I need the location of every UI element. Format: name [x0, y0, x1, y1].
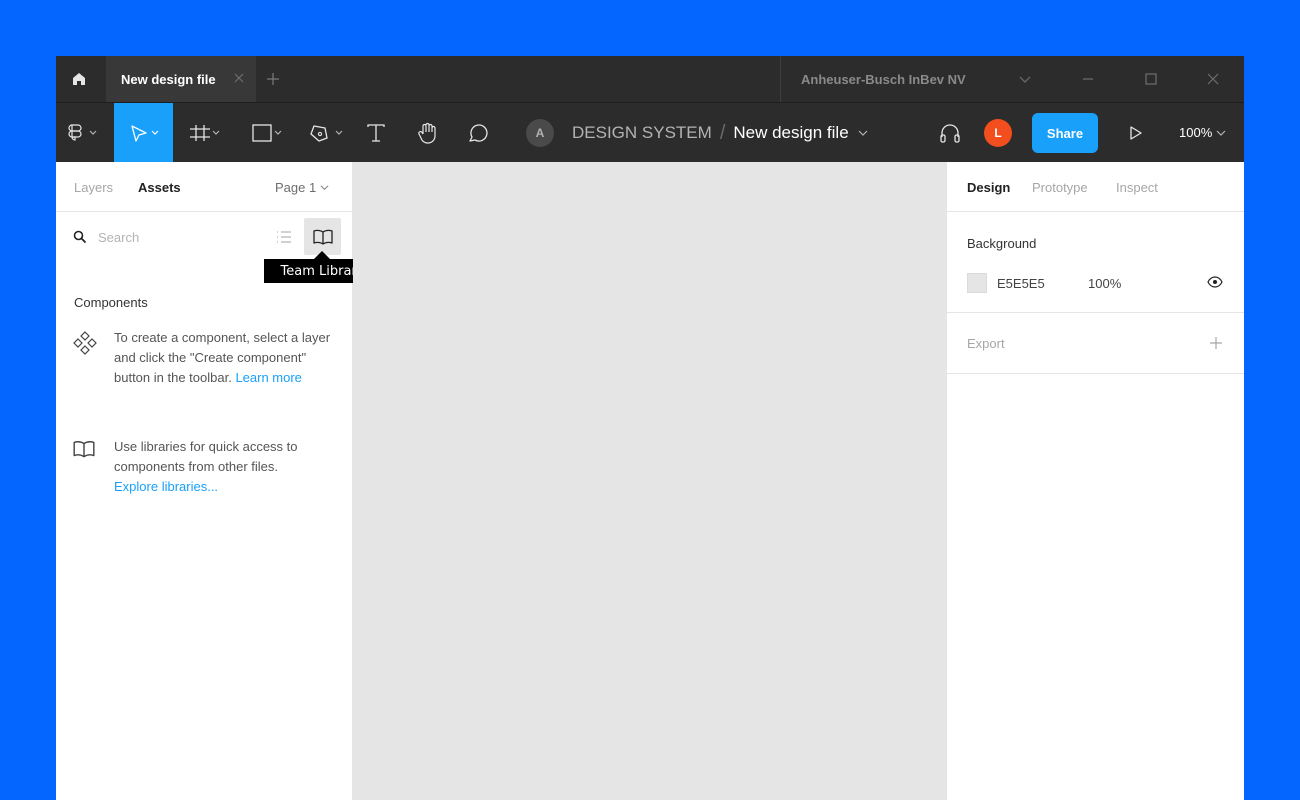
plus-icon[interactable]: [264, 70, 282, 88]
move-tool[interactable]: [114, 103, 173, 163]
tab-assets[interactable]: Assets: [138, 180, 181, 195]
background-color-swatch[interactable]: [967, 273, 987, 293]
tab-design[interactable]: Design: [967, 180, 1010, 195]
headphones-icon[interactable]: [938, 121, 962, 145]
chevron-down-icon[interactable]: [857, 127, 869, 139]
main-menu-button[interactable]: [56, 103, 112, 163]
left-panel: Layers Assets Page 1 Team Library Compon…: [56, 162, 381, 800]
text-tool[interactable]: [358, 103, 394, 163]
components-heading: Components: [74, 295, 148, 310]
libraries-description: Use libraries for quick access to compon…: [114, 437, 334, 497]
libraries-text: Use libraries for quick access to compon…: [114, 439, 298, 474]
titlebar-divider: [780, 56, 781, 102]
learn-more-link[interactable]: Learn more: [235, 370, 301, 385]
chevron-down-icon[interactable]: [1019, 73, 1031, 85]
tooltip-arrow: [314, 251, 330, 259]
cursor-icon: [130, 125, 158, 142]
background-section: Background E5E5E5 100%: [947, 213, 1244, 313]
home-icon: [73, 73, 85, 85]
list-view-button[interactable]: [272, 224, 296, 250]
home-button[interactable]: [56, 56, 102, 102]
title-bar: New design file Anheuser-Busch InBev NV: [56, 56, 1244, 102]
tab-inspect[interactable]: Inspect: [1116, 180, 1158, 195]
figma-window: New design file Anheuser-Busch InBev NV: [56, 56, 1244, 800]
comment-tool[interactable]: [458, 103, 498, 163]
share-button[interactable]: Share: [1032, 113, 1098, 153]
close-icon[interactable]: [233, 72, 245, 84]
libraries-info: Use libraries for quick access to compon…: [56, 437, 352, 497]
right-panel-tabs: Design Prototype Inspect: [947, 162, 1244, 212]
zoom-menu[interactable]: 100%: [1179, 125, 1226, 140]
team-avatar[interactable]: A: [526, 119, 554, 147]
explore-libraries-link[interactable]: Explore libraries...: [114, 479, 218, 494]
frame-tool[interactable]: [178, 103, 232, 163]
create-component-description: To create a component, select a layer an…: [114, 328, 334, 388]
search-input[interactable]: [98, 227, 258, 247]
asset-search-row: [56, 213, 352, 261]
window-close-icon[interactable]: [1207, 73, 1219, 85]
file-name[interactable]: New design file: [733, 123, 848, 143]
right-panel: Design Prototype Inspect Background E5E5…: [946, 162, 1244, 800]
comment-icon: [469, 124, 488, 142]
page-selector[interactable]: Page 1: [275, 180, 329, 195]
shape-tool[interactable]: [240, 103, 290, 163]
text-icon: [367, 124, 385, 142]
hand-tool[interactable]: [408, 103, 448, 163]
search-icon: [73, 230, 87, 244]
zoom-level: 100%: [1179, 125, 1213, 140]
background-title: Background: [967, 236, 1037, 251]
project-name[interactable]: DESIGN SYSTEM: [572, 123, 712, 143]
background-hex-input[interactable]: E5E5E5: [997, 276, 1045, 291]
minimize-icon[interactable]: [1082, 73, 1094, 85]
chevron-down-icon: [320, 185, 329, 191]
tab-new-design-file[interactable]: New design file: [106, 56, 256, 102]
tab-layers[interactable]: Layers: [74, 180, 113, 195]
rectangle-icon: [252, 124, 282, 142]
create-component-info: To create a component, select a layer an…: [56, 328, 352, 408]
team-library-button[interactable]: [304, 218, 341, 255]
list-icon: [277, 231, 291, 243]
breadcrumb: A DESIGN SYSTEM / New design file: [526, 103, 869, 163]
component-icon: [73, 331, 97, 355]
user-avatar[interactable]: L: [984, 119, 1012, 147]
tab-prototype[interactable]: Prototype: [1032, 180, 1088, 195]
plus-icon[interactable]: [1209, 336, 1223, 350]
toolbar: A DESIGN SYSTEM / New design file L Shar…: [56, 102, 1244, 163]
breadcrumb-separator: /: [719, 121, 726, 144]
export-title: Export: [967, 336, 1005, 351]
eye-icon[interactable]: [1207, 276, 1223, 288]
frame-icon: [190, 125, 220, 141]
page-label: Page 1: [275, 180, 317, 195]
pen-tool[interactable]: [300, 103, 350, 163]
background-opacity-input[interactable]: 100%: [1088, 276, 1121, 291]
book-icon: [73, 441, 95, 458]
figma-logo-icon: [68, 124, 97, 141]
book-icon: [312, 229, 333, 245]
canvas[interactable]: [353, 162, 946, 800]
organization-name[interactable]: Anheuser-Busch InBev NV: [801, 72, 966, 87]
chevron-down-icon: [1216, 130, 1226, 136]
maximize-icon[interactable]: [1145, 73, 1157, 85]
hand-icon: [418, 122, 436, 144]
pen-icon: [310, 125, 343, 142]
tab-label: New design file: [121, 71, 216, 87]
play-icon[interactable]: [1128, 125, 1144, 141]
left-panel-tabs: Layers Assets Page 1: [56, 162, 352, 212]
export-section: Export: [947, 314, 1244, 374]
